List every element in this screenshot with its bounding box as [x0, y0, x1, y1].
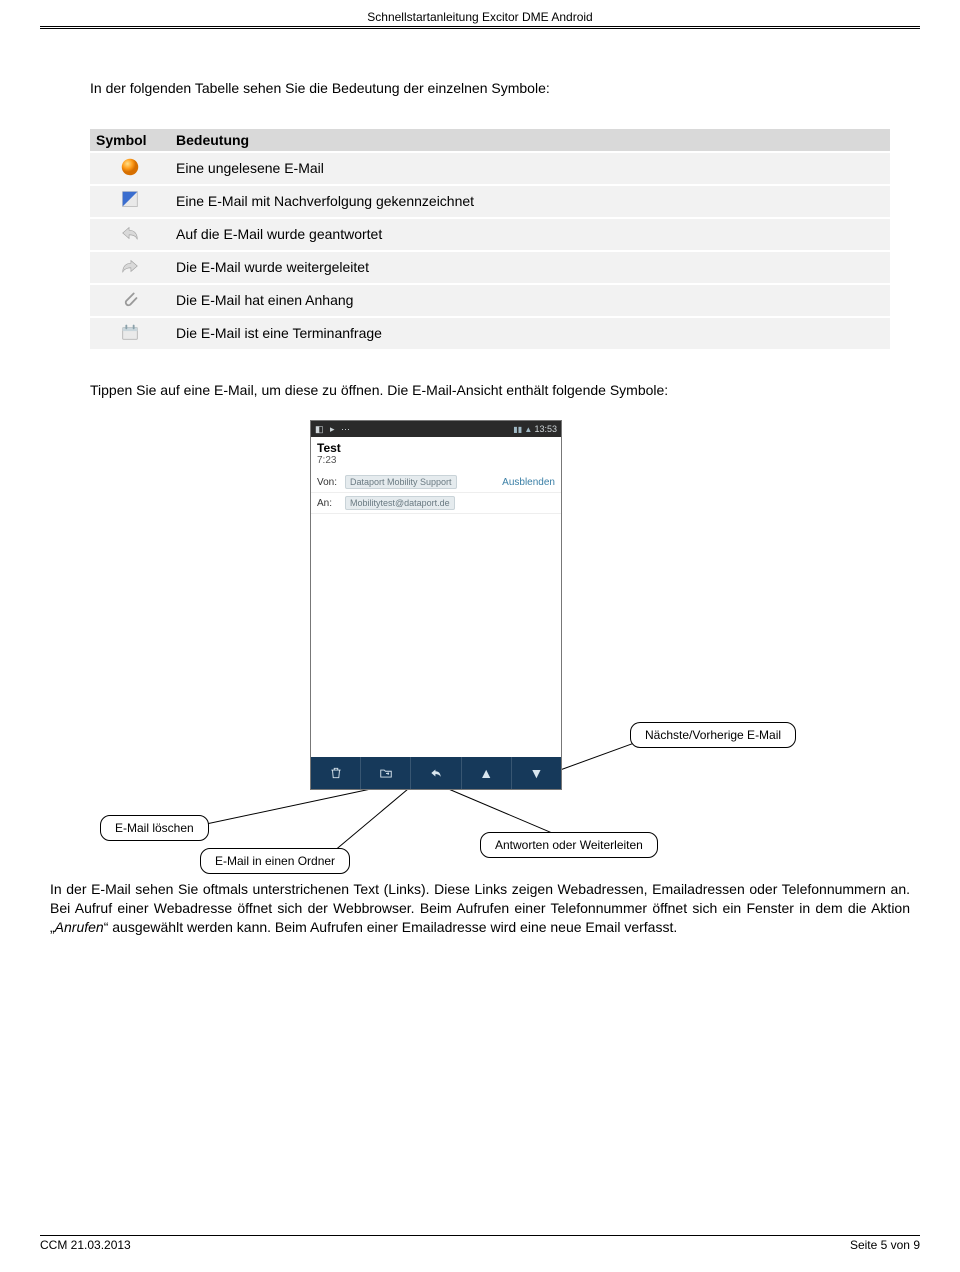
footer-divider [40, 1235, 920, 1236]
page-header-title: Schnellstartanleitung Excitor DME Androi… [0, 0, 960, 24]
ball-orange-icon [119, 165, 141, 181]
phone-screenshot: ◧ ▸ ⋯ ▮▮ ▲ 13:53 Test 7:23 Von: Dataport… [310, 420, 562, 790]
table-cell-meaning: Auf die E-Mail wurde geantwortet [170, 219, 890, 250]
table-cell-meaning: Eine E-Mail mit Nachverfolgung gekennzei… [170, 186, 890, 217]
email-sent-time: 7:23 [311, 455, 561, 472]
paragraph-open-mail: Tippen Sie auf eine E-Mail, um diese zu … [90, 381, 910, 401]
callout-next-prev: Nächste/Vorherige E-Mail [630, 722, 796, 748]
phone-status-bar: ◧ ▸ ⋯ ▮▮ ▲ 13:53 [311, 421, 561, 437]
attachment-icon [119, 297, 141, 313]
toolbar-reply-button[interactable] [411, 757, 461, 789]
email-from-row: Von: Dataport Mobility Support Ausblende… [311, 472, 561, 493]
para3-part-b: Anrufen [55, 919, 104, 935]
forward-icon [119, 264, 141, 280]
table-row: Eine E-Mail mit Nachverfolgung gekennzei… [90, 186, 890, 217]
status-time: 13:53 [534, 424, 557, 434]
email-subject: Test [311, 437, 561, 455]
toolbar-prev-button[interactable]: ▲ [462, 757, 512, 789]
trash-icon [329, 766, 343, 780]
table-header-meaning: Bedeutung [170, 129, 890, 151]
up-icon: ▲ [479, 765, 493, 781]
calendar-icon [119, 330, 141, 346]
callout-delete: E-Mail löschen [100, 815, 209, 841]
to-label: An: [317, 498, 341, 509]
email-toolbar: ▲ ▼ [311, 757, 561, 789]
down-icon: ▼ [529, 765, 543, 781]
connector-line [445, 787, 565, 839]
status-left-icons: ◧ ▸ ⋯ [315, 424, 352, 435]
reply-icon [119, 231, 141, 247]
flag-blue-icon [119, 198, 141, 214]
table-row: Die E-Mail ist eine Terminanfrage [90, 318, 890, 349]
table-cell-meaning: Die E-Mail hat einen Anhang [170, 285, 890, 316]
status-right: ▮▮ ▲ 13:53 [513, 424, 557, 434]
folder-move-icon [379, 766, 393, 780]
symbol-meaning-table: Symbol Bedeutung Eine ungelesene E-Mail … [90, 127, 890, 351]
toolbar-next-button[interactable]: ▼ [512, 757, 561, 789]
table-row: Eine ungelesene E-Mail [90, 153, 890, 184]
table-row: Die E-Mail hat einen Anhang [90, 285, 890, 316]
toolbar-move-button[interactable] [361, 757, 411, 789]
from-contact-chip[interactable]: Dataport Mobility Support [345, 475, 457, 489]
table-row: Auf die E-Mail wurde geantwortet [90, 219, 890, 250]
from-label: Von: [317, 477, 341, 488]
email-to-row: An: Mobilitytest@dataport.de [311, 493, 561, 514]
intro-paragraph: In der folgenden Tabelle sehen Sie die B… [90, 79, 910, 99]
hide-details-link[interactable]: Ausblenden [502, 477, 555, 488]
toolbar-delete-button[interactable] [311, 757, 361, 789]
table-header-symbol: Symbol [90, 129, 170, 151]
to-contact-chip[interactable]: Mobilitytest@dataport.de [345, 496, 455, 510]
footer-left: CCM 21.03.2013 [40, 1238, 131, 1252]
callout-move: E-Mail in einen Ordner [200, 848, 350, 874]
reply-icon [429, 766, 443, 780]
table-row: Die E-Mail wurde weitergeleitet [90, 252, 890, 283]
footer-right: Seite 5 von 9 [850, 1238, 920, 1252]
connector-line [185, 789, 371, 829]
paragraph-links: In der E-Mail sehen Sie oftmals unterstr… [50, 880, 910, 937]
para3-part-c: “ ausgewählt werden kann. Beim Aufrufen … [104, 919, 678, 935]
table-cell-meaning: Eine ungelesene E-Mail [170, 153, 890, 184]
callout-reply-forward: Antworten oder Weiterleiten [480, 832, 658, 858]
table-cell-meaning: Die E-Mail ist eine Terminanfrage [170, 318, 890, 349]
table-cell-meaning: Die E-Mail wurde weitergeleitet [170, 252, 890, 283]
